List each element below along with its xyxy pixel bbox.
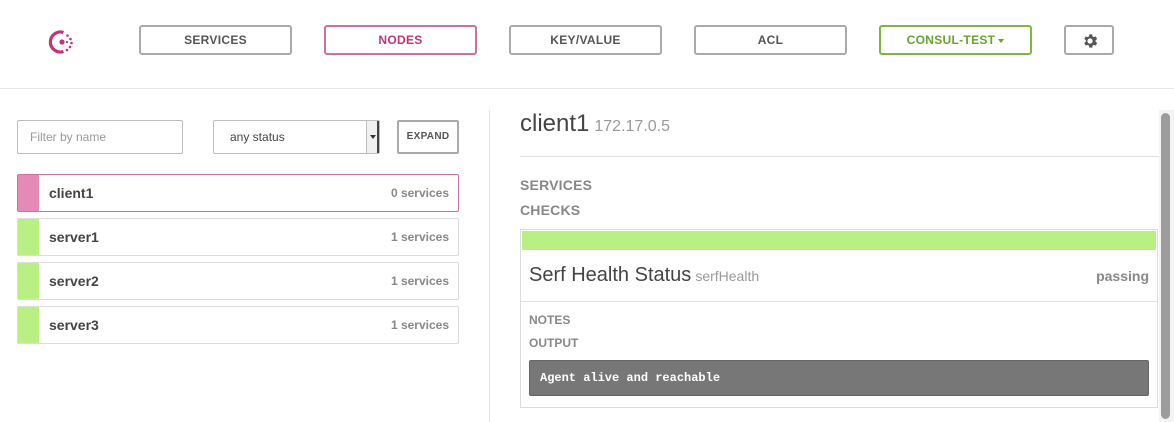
status-filter-select[interactable]: any status: [213, 120, 380, 154]
consul-logo-icon[interactable]: [48, 28, 78, 56]
nav-acl-button[interactable]: ACL: [694, 25, 847, 55]
node-status-bar: [18, 219, 39, 255]
checks-heading: CHECKS: [520, 202, 581, 218]
check-title: Serf Health Status serfHealth: [529, 264, 759, 287]
node-name: server1: [49, 229, 99, 245]
nav-services-button[interactable]: SERVICES: [139, 25, 292, 55]
column-divider: [489, 110, 490, 422]
check-name: Serf Health Status: [529, 264, 692, 286]
node-name: client1: [49, 185, 94, 201]
node-service-count: 0 services: [390, 186, 449, 200]
output-label: OUTPUT: [529, 336, 579, 350]
title-divider: [520, 156, 1160, 157]
node-service-count: 1 services: [390, 318, 449, 332]
node-status-bar: [18, 263, 39, 299]
expand-button[interactable]: EXPAND: [397, 120, 459, 154]
node-name: server3: [49, 317, 99, 333]
node-name: server2: [49, 273, 99, 289]
caret-down-icon: [370, 135, 376, 139]
scrollbar-thumb[interactable]: [1161, 113, 1170, 419]
status-filter-value: any status: [230, 130, 285, 144]
nav-key-value-button[interactable]: KEY/VALUE: [509, 25, 662, 55]
node-service-count: 1 services: [390, 230, 449, 244]
node-detail-address: 172.17.0.5: [594, 118, 670, 135]
services-heading: SERVICES: [520, 177, 593, 193]
datacenter-dropdown[interactable]: CONSUL-TEST: [879, 25, 1032, 55]
node-list-item-server1[interactable]: server1 1 services: [17, 218, 459, 256]
caret-down-icon: [998, 38, 1005, 43]
nav-nodes-button[interactable]: NODES: [324, 25, 477, 55]
notes-label: NOTES: [529, 313, 571, 327]
check-divider: [521, 301, 1157, 302]
check-id: serfHealth: [695, 268, 760, 284]
node-list-item-client1[interactable]: client1 0 services: [17, 174, 459, 212]
check-output: Agent alive and reachable: [529, 360, 1149, 396]
node-detail-name: client1: [520, 110, 590, 137]
node-list-item-server2[interactable]: server2 1 services: [17, 262, 459, 300]
check-status-bar: [522, 231, 1156, 250]
node-service-count: 1 services: [390, 274, 449, 288]
node-status-bar: [18, 175, 39, 211]
node-status-bar: [18, 307, 39, 343]
settings-button[interactable]: [1064, 25, 1114, 55]
node-list-item-server3[interactable]: server3 1 services: [17, 306, 459, 344]
filter-by-name-input[interactable]: [17, 120, 183, 154]
check-status: passing: [1096, 268, 1149, 284]
select-arrow: [366, 121, 379, 153]
node-detail-title: client1 172.17.0.5: [520, 110, 670, 138]
datacenter-label: CONSUL-TEST: [906, 33, 996, 47]
top-navbar: SERVICES NODES KEY/VALUE ACL CONSUL-TEST: [0, 0, 1174, 89]
health-check-card: Serf Health Status serfHealth passing NOT…: [520, 229, 1158, 408]
gear-icon: [1084, 34, 1098, 48]
